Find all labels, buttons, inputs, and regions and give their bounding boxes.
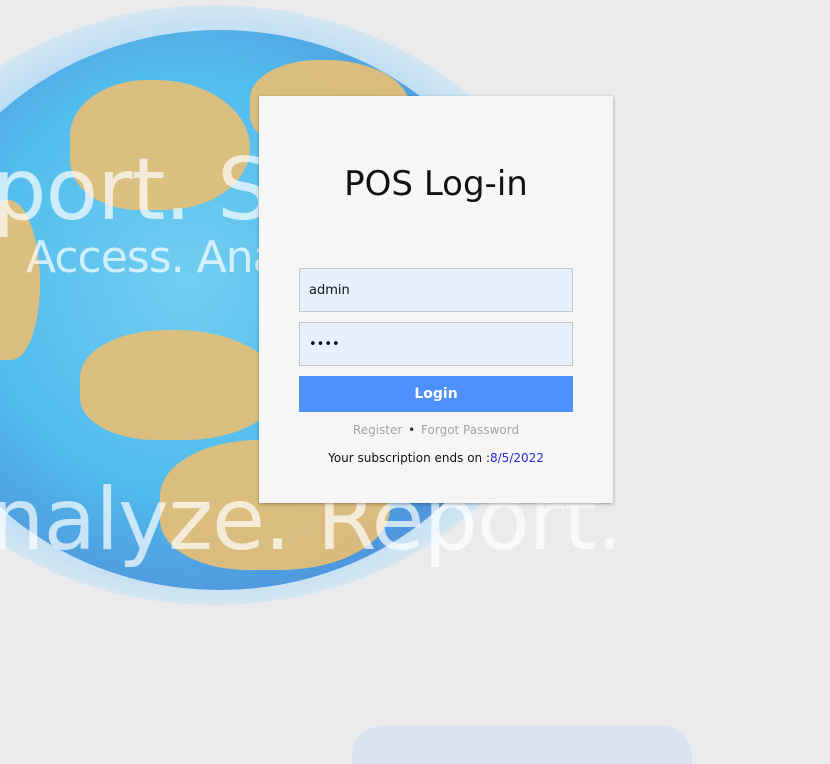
puzzle-graphic: [352, 726, 692, 764]
login-card: POS Log-in Login Register • Forgot Passw…: [259, 96, 613, 503]
subscription-text: Your subscription ends on :: [328, 451, 490, 465]
subscription-date: 8/5/2022: [490, 451, 544, 465]
land-shape-3: [80, 330, 280, 440]
forgot-password-link[interactable]: Forgot Password: [421, 423, 519, 437]
auth-links: Register • Forgot Password: [259, 423, 613, 437]
page-title: POS Log-in: [344, 164, 528, 204]
register-link[interactable]: Register: [353, 423, 402, 437]
login-button[interactable]: Login: [299, 376, 573, 412]
subscription-notice: Your subscription ends on :8/5/2022: [259, 451, 613, 465]
link-separator: •: [408, 423, 416, 437]
password-input[interactable]: [299, 322, 573, 366]
username-input[interactable]: [299, 268, 573, 312]
